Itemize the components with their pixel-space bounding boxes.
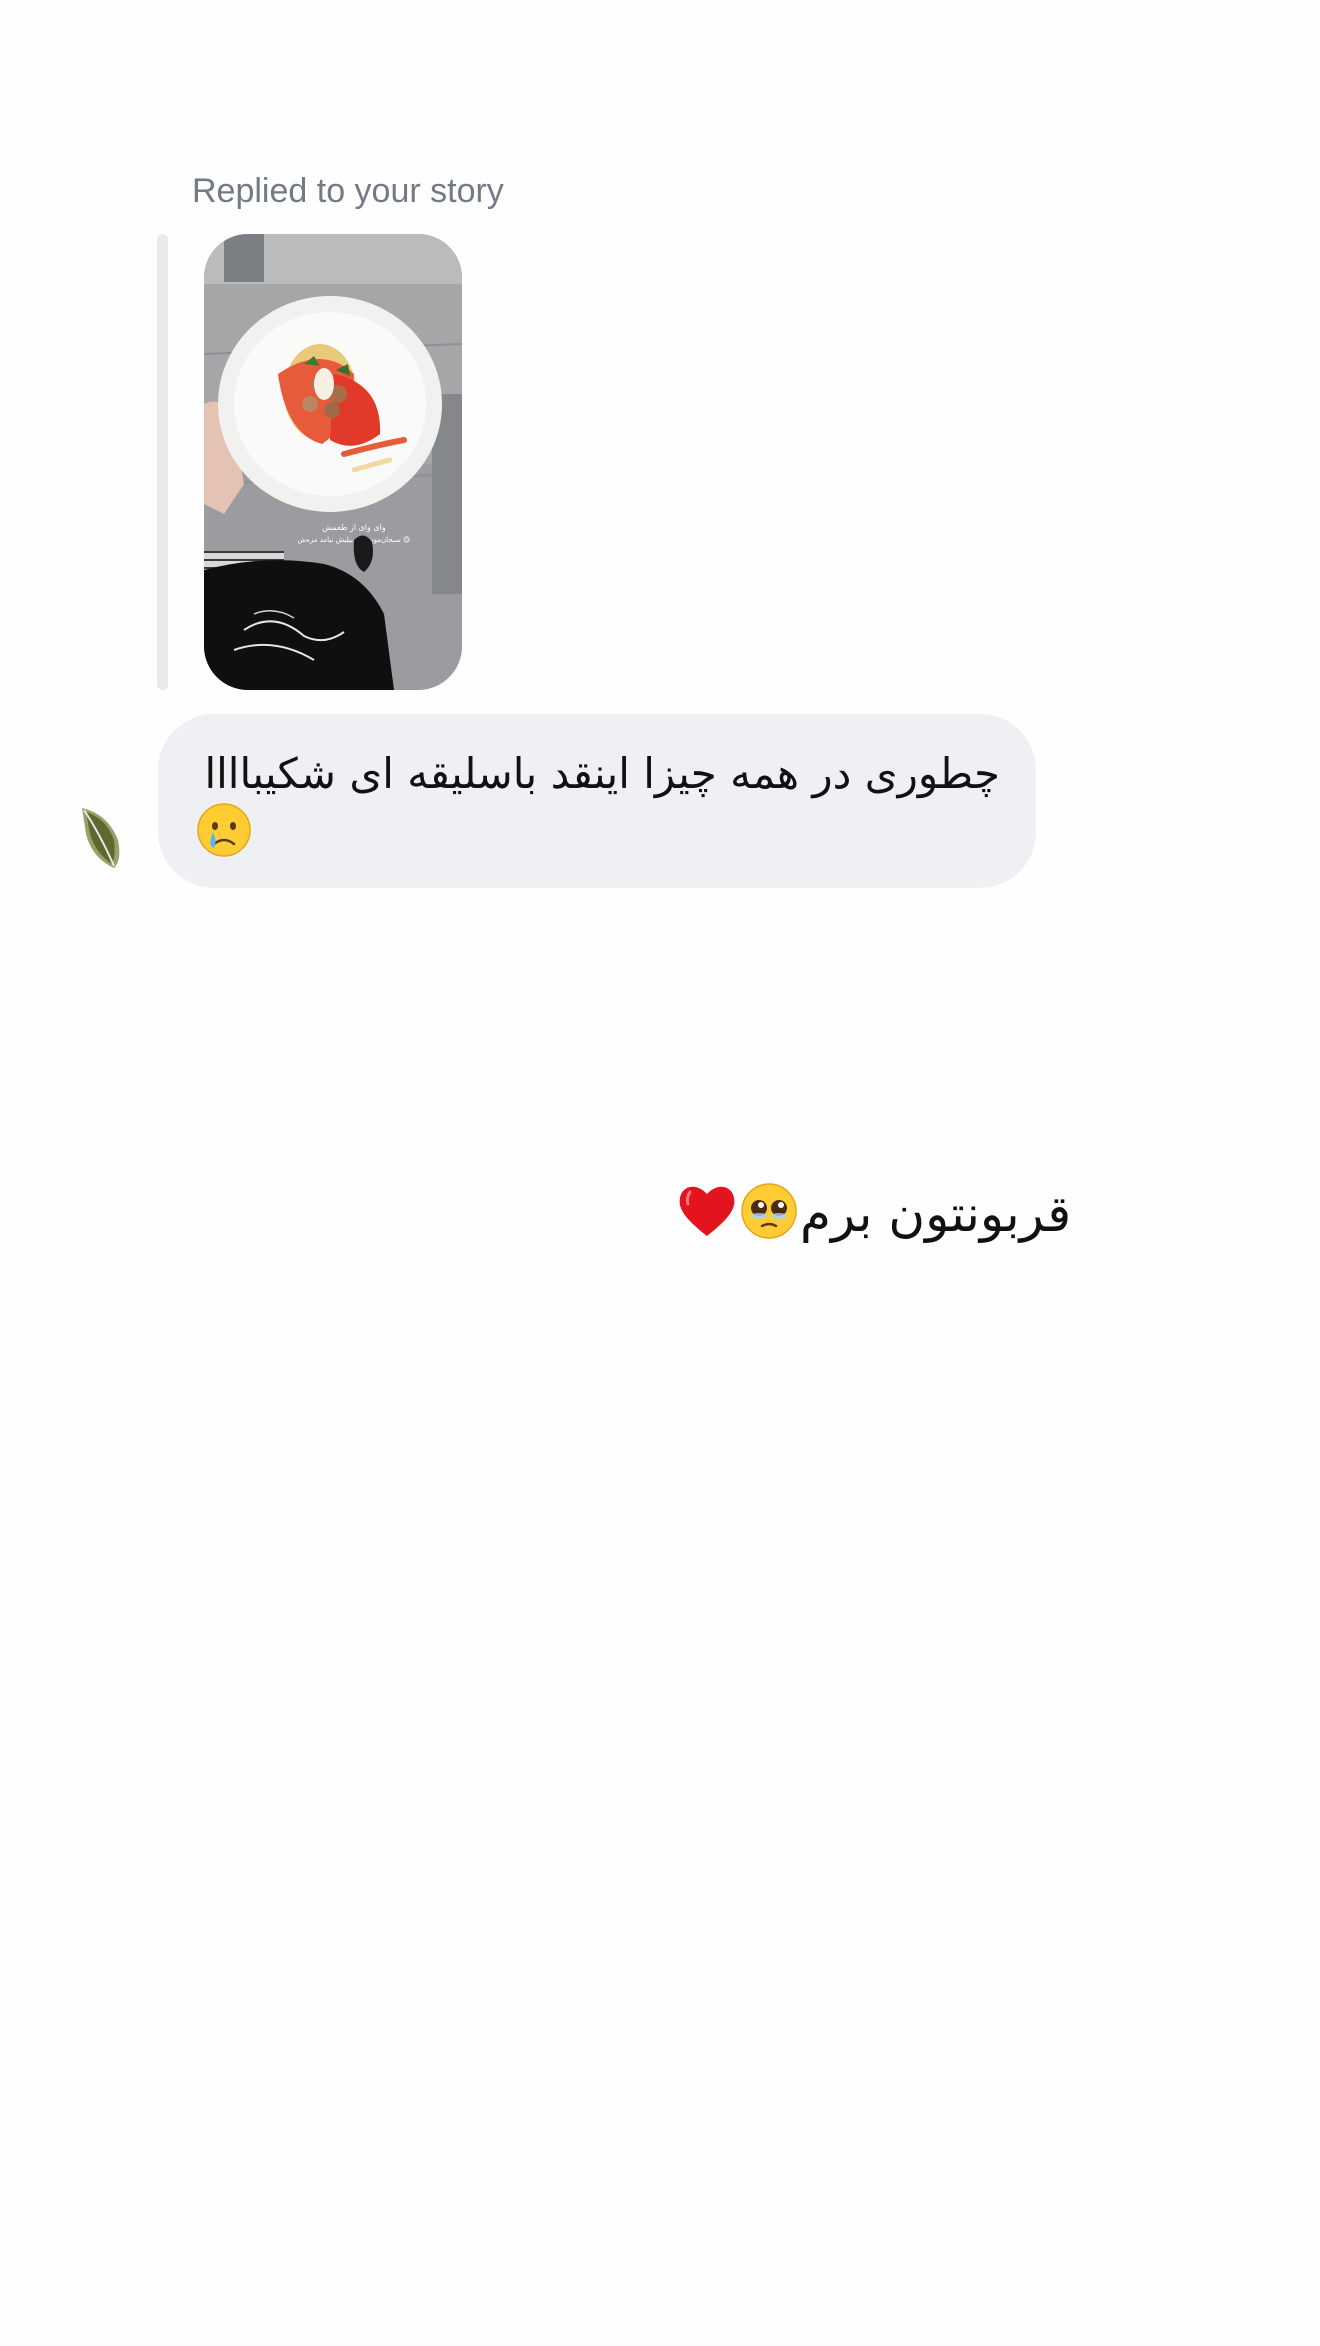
outgoing-message-text: قربونتون برم [800,1185,1072,1243]
incoming-message-text: چطوری در همه چیزا اینقد باسلیقه ای شکیبا… [204,749,1000,798]
replied-to-story-label: Replied to your story [192,172,504,210]
story-thumbnail[interactable]: وای وای از طعمش سبحان‌مون دلی بیلیش نیام… [204,234,462,690]
incoming-message-bubble[interactable]: چطوری در همه چیزا اینقد باسلیقه ای شکیبا… [158,714,1036,888]
chat-thread: Replied to your story وای وای از طعمش سب… [0,0,1320,2346]
pleading-face-icon [740,1182,798,1240]
sender-avatar[interactable] [78,804,124,870]
outgoing-message[interactable]: قربونتون برم [676,1180,1076,1252]
crying-face-icon [196,802,252,858]
reply-quote-bar [157,234,168,690]
red-heart-icon [676,1180,738,1240]
story-overlay-line-1: وای وای از طعمش [322,523,386,532]
